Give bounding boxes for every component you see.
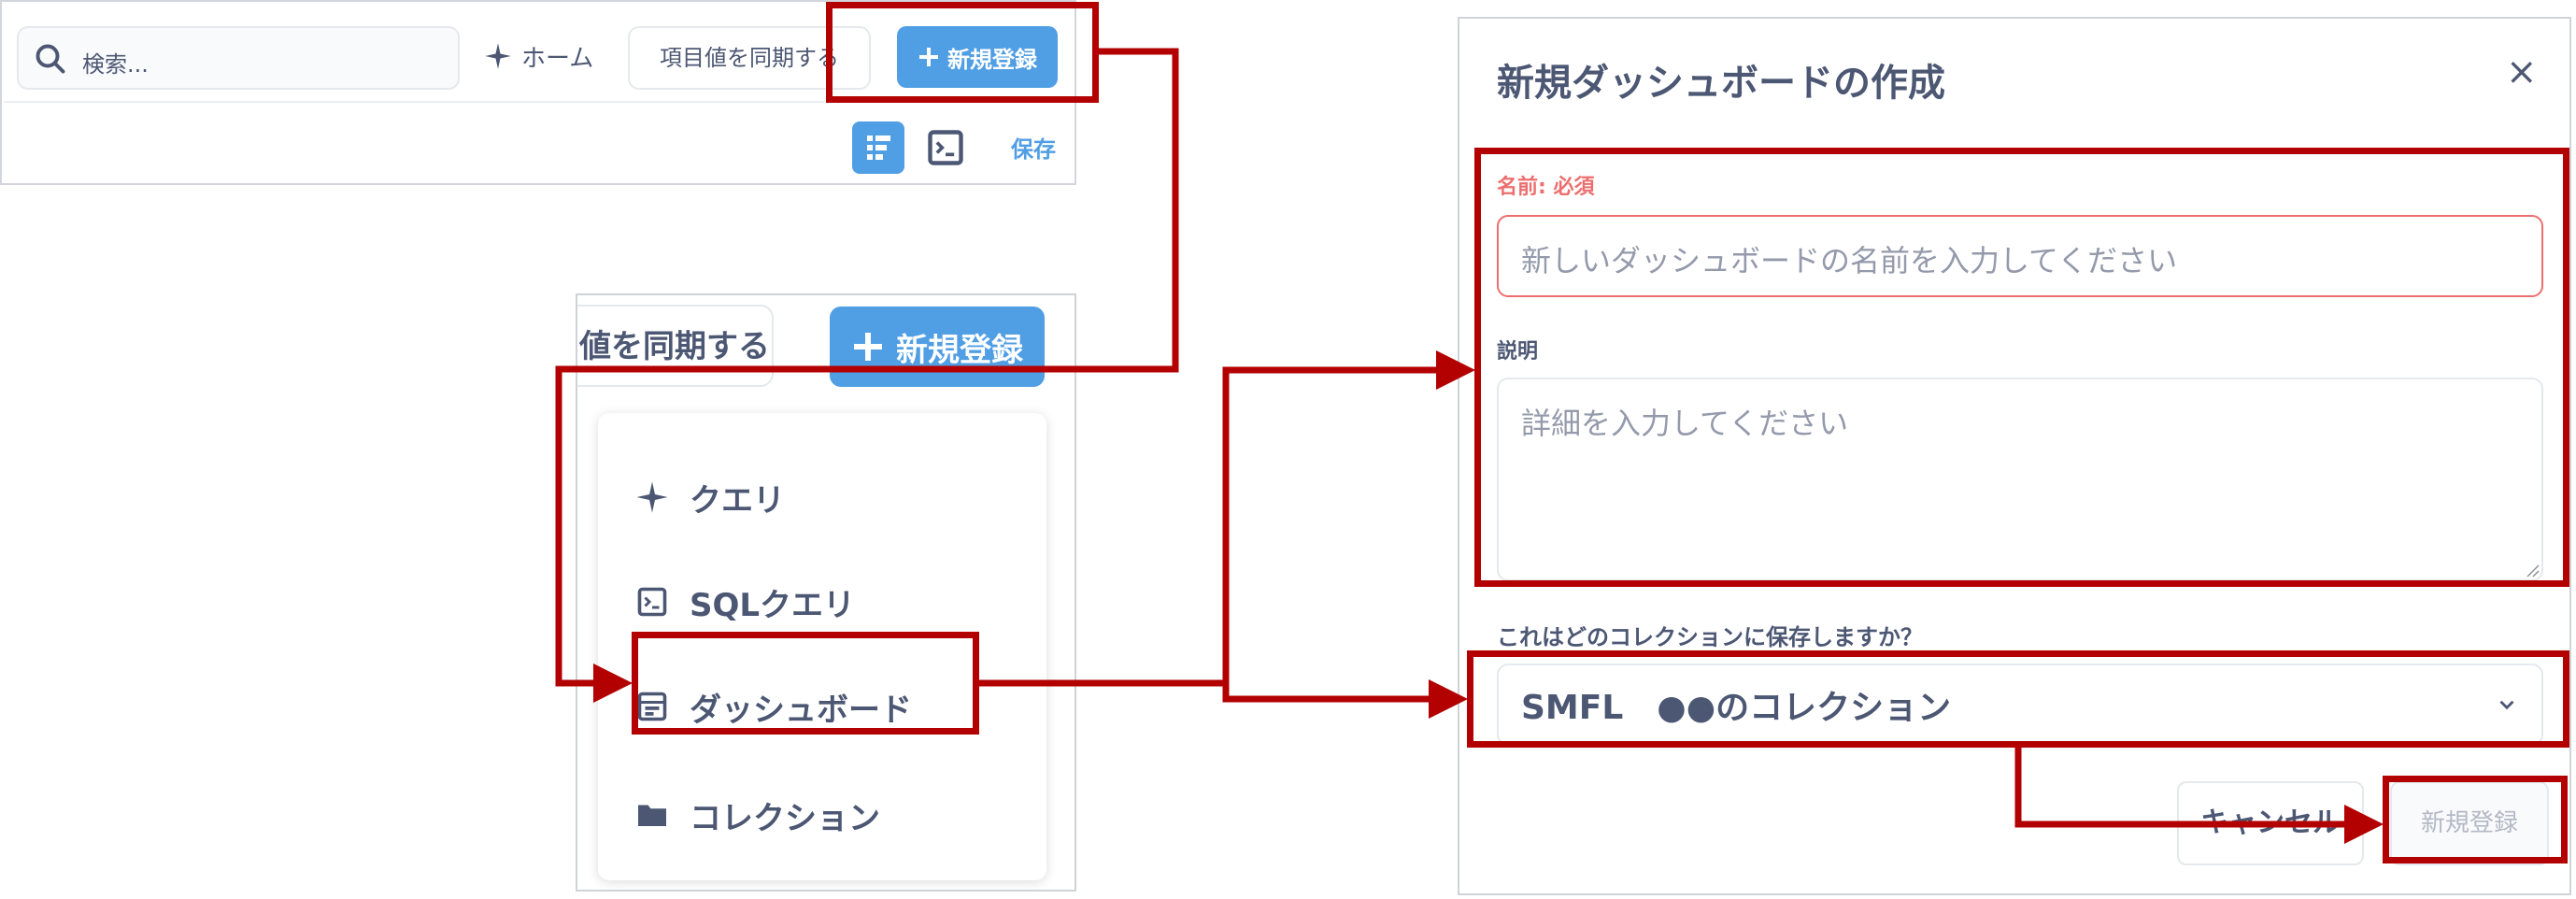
connector-arrows xyxy=(555,48,2384,844)
